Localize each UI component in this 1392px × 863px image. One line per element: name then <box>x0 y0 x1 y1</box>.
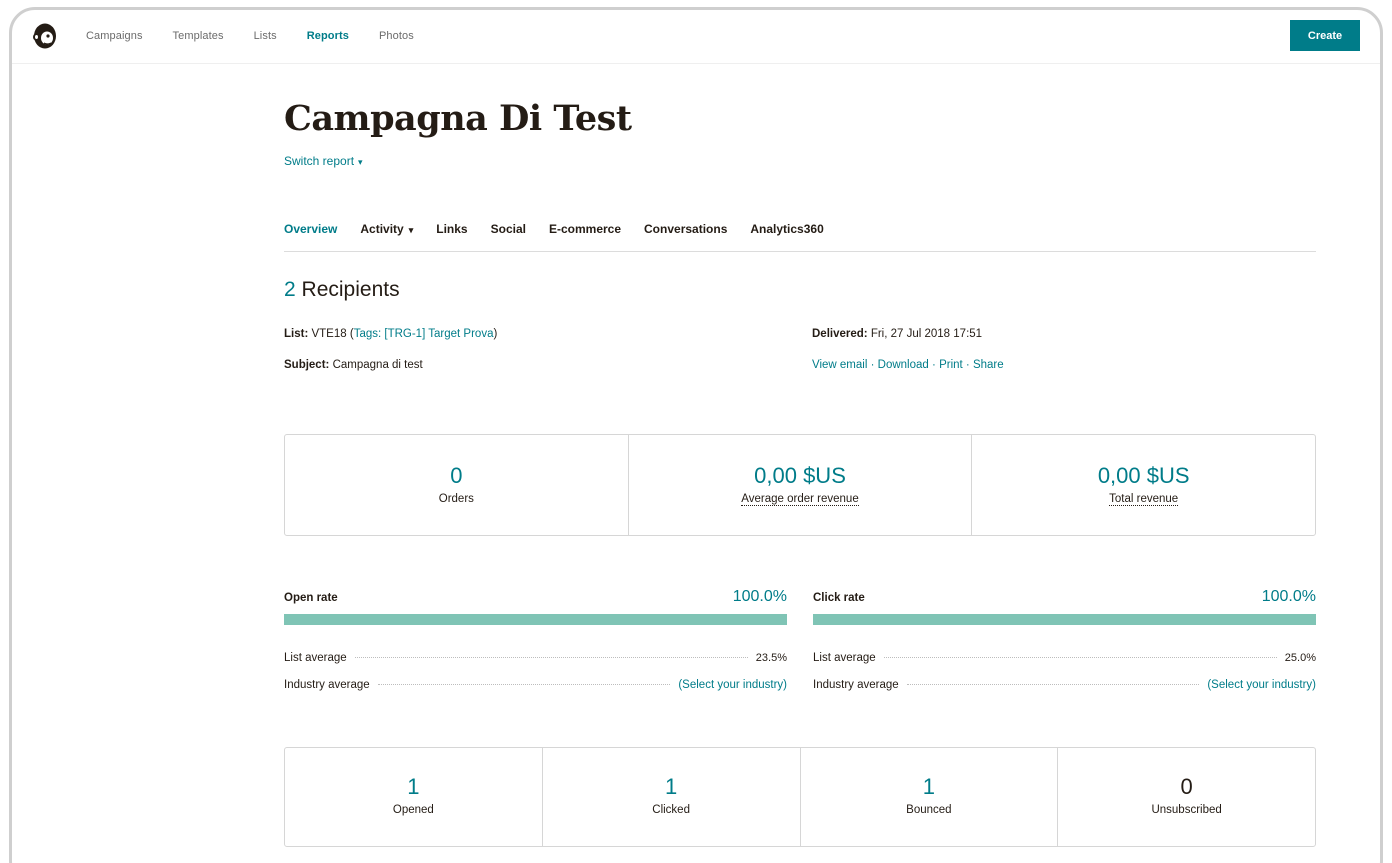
nav-photos[interactable]: Photos <box>379 30 414 42</box>
switch-report-dropdown[interactable]: Switch report ▾ <box>284 154 363 168</box>
recipients-heading: 2 Recipients <box>284 278 400 302</box>
tab-conversations[interactable]: Conversations <box>644 222 727 251</box>
nav-lists[interactable]: Lists <box>254 30 277 42</box>
ecommerce-stats: 0 Orders 0,00 $US Average order revenue … <box>284 434 1316 536</box>
click-rate-block: Click rate 100.0% List average 25.0% Ind… <box>813 588 1316 691</box>
count-label: Opened <box>392 804 434 816</box>
count-label: Bounced <box>906 804 952 816</box>
subject-value: Campagna di test <box>332 359 423 371</box>
list-average-row: List average 25.0% <box>813 652 1316 664</box>
stat-label[interactable]: Average order revenue <box>741 493 859 506</box>
tab-social[interactable]: Social <box>491 222 526 251</box>
select-industry-link[interactable]: (Select your industry) <box>1207 679 1316 691</box>
create-button[interactable]: Create <box>1290 20 1360 51</box>
separator: · <box>932 359 936 371</box>
main-nav-links: Campaigns Templates Lists Reports Photos <box>86 30 444 42</box>
rate-header: Click rate 100.0% <box>813 588 1316 606</box>
delivered-label: Delivered: <box>812 328 868 340</box>
subject-info: Subject: Campagna di test <box>284 359 423 371</box>
rate-header: Open rate 100.0% <box>284 588 787 606</box>
count-unsubscribed: 0 Unsubscribed <box>1058 748 1315 846</box>
delivered-info: Delivered: Fri, 27 Jul 2018 17:51 <box>812 328 982 340</box>
click-rate-bar-fill <box>813 614 1316 625</box>
count-value: 1 <box>665 774 678 799</box>
download-link[interactable]: Download <box>878 359 929 371</box>
open-rate-bar-fill <box>284 614 787 625</box>
list-value: VTE18 <box>311 328 347 340</box>
monkey-logo-icon[interactable] <box>32 22 58 50</box>
rate-percent: 100.0% <box>732 588 787 605</box>
industry-average-label: Industry average <box>284 679 370 691</box>
industry-average-label: Industry average <box>813 679 899 691</box>
nav-reports[interactable]: Reports <box>307 30 349 42</box>
dotted-leader <box>354 657 748 658</box>
list-label: List: <box>284 328 309 340</box>
subject-label: Subject: <box>284 359 330 371</box>
list-average-value: 25.0% <box>1284 652 1316 664</box>
rate-percent: 100.0% <box>1261 588 1316 605</box>
email-actions: View email · Download · Print · Share <box>812 359 1004 371</box>
separator: · <box>965 359 970 371</box>
rate-title: Click rate <box>813 592 865 604</box>
count-opened[interactable]: 1 Opened <box>285 748 543 846</box>
count-value: 1 <box>407 774 420 799</box>
tab-links[interactable]: Links <box>436 222 467 251</box>
print-link[interactable]: Print <box>939 359 963 371</box>
stat-total-revenue: 0,00 $US Total revenue <box>972 435 1315 535</box>
stat-value: 0,00 $US <box>1097 463 1190 488</box>
count-value: 0 <box>1180 774 1193 799</box>
app-window: Campaigns Templates Lists Reports Photos… <box>9 7 1383 863</box>
stat-label[interactable]: Total revenue <box>1109 493 1179 506</box>
view-email-link[interactable]: View email <box>812 359 867 371</box>
tags-link[interactable]: Tags: [TRG-1] Target Prova <box>354 328 494 340</box>
dotted-leader <box>883 657 1277 658</box>
count-label: Clicked <box>652 804 690 816</box>
nav-campaigns[interactable]: Campaigns <box>86 30 143 42</box>
delivered-value: Fri, 27 Jul 2018 17:51 <box>870 328 983 340</box>
open-rate-block: Open rate 100.0% List average 23.5% Indu… <box>284 588 787 691</box>
engagement-counts: 1 Opened 1 Clicked 1 Bounced 0 Unsubscri… <box>284 747 1316 847</box>
select-industry-link[interactable]: (Select your industry) <box>678 679 787 691</box>
stat-orders: 0 Orders <box>285 435 629 535</box>
open-rate-bar <box>284 614 787 625</box>
tab-activity-label: Activity <box>360 222 404 236</box>
separator: · <box>870 359 875 371</box>
tab-ecommerce[interactable]: E-commerce <box>549 222 621 251</box>
stat-label: Orders <box>438 493 474 505</box>
top-navigation: Campaigns Templates Lists Reports Photos… <box>12 10 1380 64</box>
click-rate-bar <box>813 614 1316 625</box>
industry-average-row: Industry average (Select your industry) <box>284 679 787 691</box>
tab-activity[interactable]: Activity ▾ <box>360 222 413 251</box>
list-average-value: 23.5% <box>755 652 787 664</box>
recipients-count[interactable]: 2 <box>284 278 296 301</box>
chevron-down-icon: ▾ <box>408 225 414 235</box>
list-average-label: List average <box>284 652 347 664</box>
list-average-row: List average 23.5% <box>284 652 787 664</box>
tags-close-paren: ) <box>493 328 498 340</box>
industry-average-row: Industry average (Select your industry) <box>813 679 1316 691</box>
count-clicked[interactable]: 1 Clicked <box>543 748 801 846</box>
count-bounced[interactable]: 1 Bounced <box>801 748 1059 846</box>
rate-title: Open rate <box>284 592 338 604</box>
stat-value: 0,00 $US <box>754 463 846 488</box>
nav-templates[interactable]: Templates <box>173 30 224 42</box>
list-average-label: List average <box>813 652 876 664</box>
recipients-label: Recipients <box>301 278 400 301</box>
switch-report-label: Switch report <box>284 154 355 168</box>
dotted-leader <box>906 684 1200 685</box>
stat-value: 0 <box>450 463 463 488</box>
dotted-leader <box>377 684 671 685</box>
chevron-down-icon: ▾ <box>358 157 363 167</box>
tab-overview[interactable]: Overview <box>284 222 337 251</box>
report-tabs: Overview Activity ▾ Links Social E-commer… <box>284 222 1316 252</box>
list-info: List: VTE18 (Tags: [TRG-1] Target Prova) <box>284 328 497 340</box>
stat-average-order-revenue: 0,00 $US Average order revenue <box>629 435 973 535</box>
share-link[interactable]: Share <box>973 359 1004 371</box>
page-title: Campagna Di Test <box>284 98 632 139</box>
count-value: 1 <box>922 774 935 799</box>
tab-analytics360[interactable]: Analytics360 <box>750 222 823 251</box>
count-label: Unsubscribed <box>1151 804 1222 816</box>
